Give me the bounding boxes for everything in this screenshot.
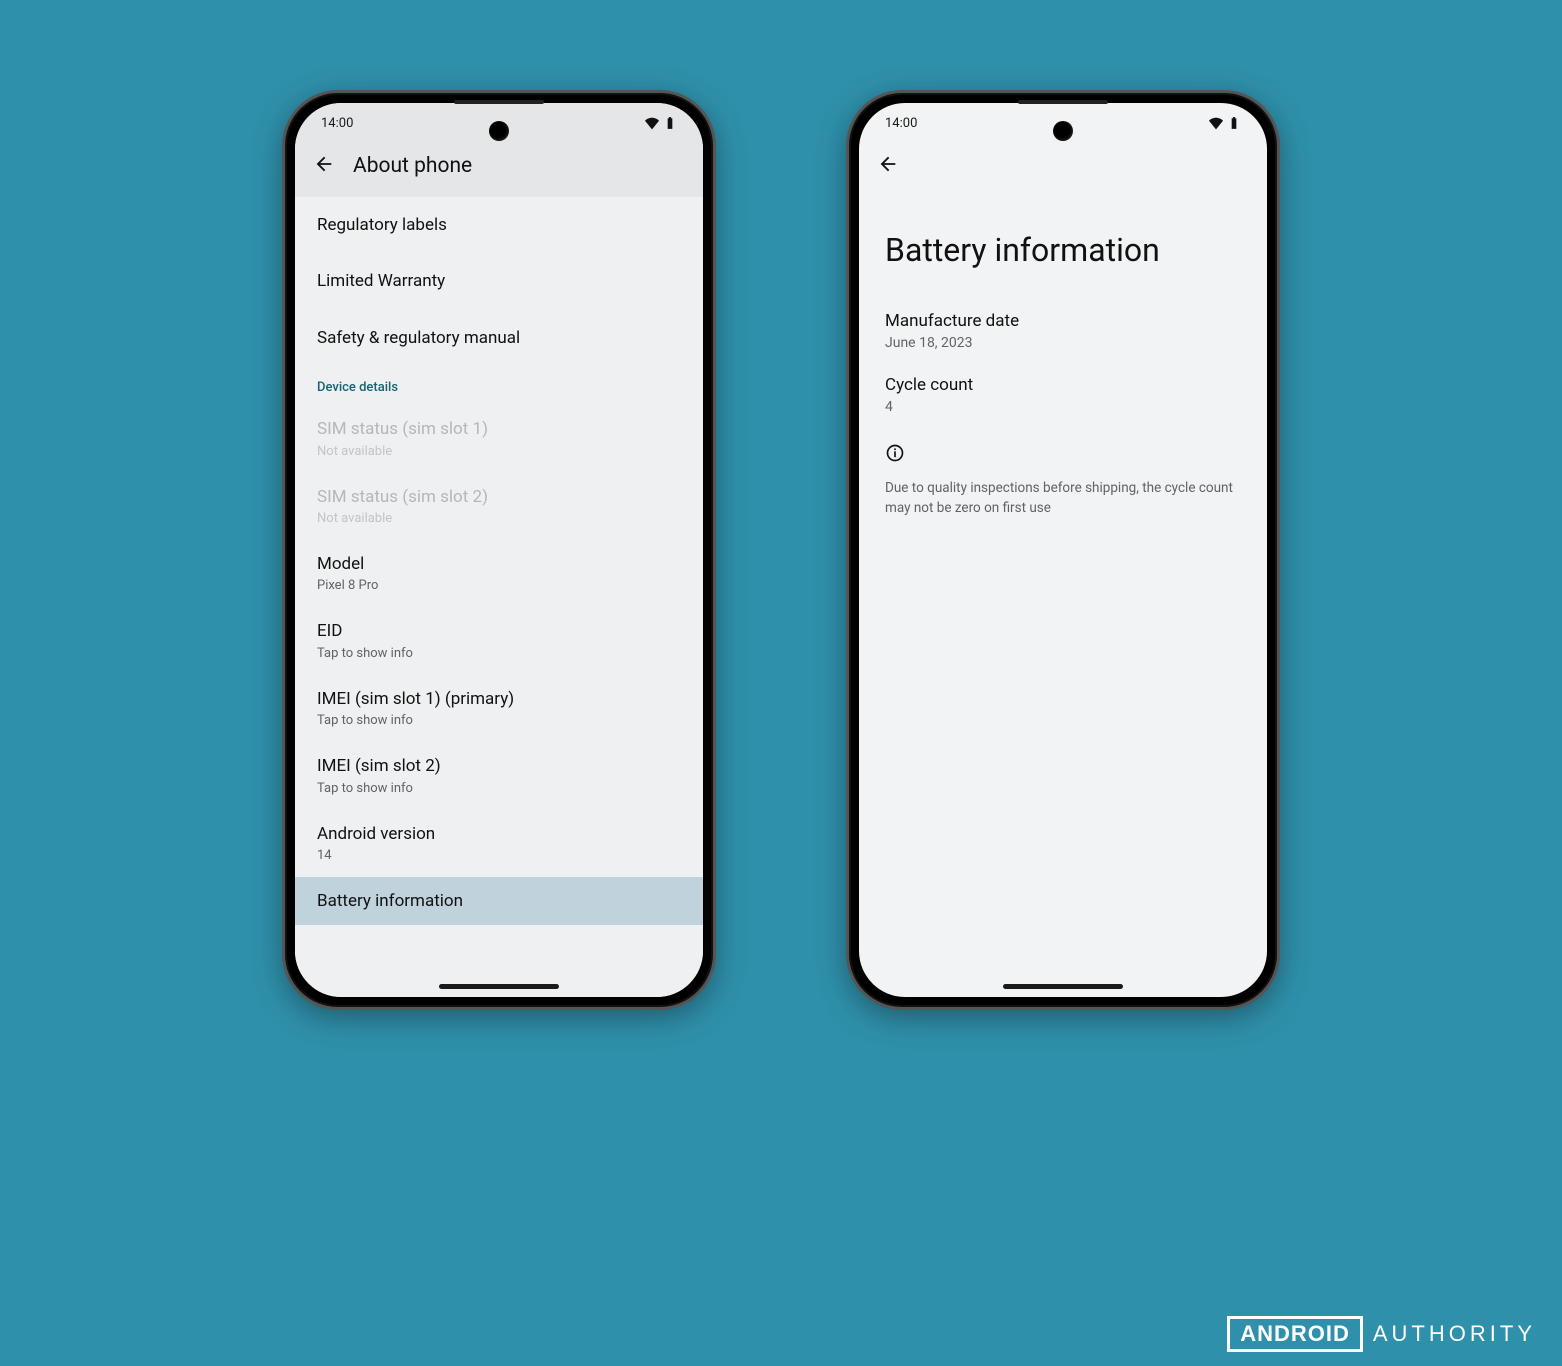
item-android-version[interactable]: Android version 14 (295, 810, 703, 877)
wifi-icon (645, 116, 659, 130)
item-sub: 14 (317, 848, 681, 863)
item-label: Limited Warranty (317, 271, 681, 291)
item-model[interactable]: Model Pixel 8 Pro (295, 540, 703, 607)
phone-screen-right: 14:00 Battery information Manufacture da… (859, 103, 1267, 997)
settings-list[interactable]: Regulatory labels Limited Warranty Safet… (295, 197, 703, 997)
info-manufacture-date[interactable]: Manufacture date June 18, 2023 (859, 299, 1267, 363)
item-label: Model (317, 554, 681, 574)
camera-punchhole (1053, 121, 1073, 141)
info-label: Manufacture date (885, 311, 1241, 331)
item-sub: Tap to show info (317, 713, 681, 728)
status-icons (1209, 116, 1241, 130)
app-bar: About phone (295, 143, 703, 197)
info-icon-row (859, 427, 1267, 473)
watermark-boxed: ANDROID (1227, 1316, 1363, 1352)
item-sub: Not available (317, 511, 681, 526)
item-sub: Tap to show info (317, 781, 681, 796)
item-label: Battery information (317, 891, 681, 911)
item-sim-status-1[interactable]: SIM status (sim slot 1) Not available (295, 405, 703, 472)
info-cycle-count[interactable]: Cycle count 4 (859, 363, 1267, 427)
item-label: SIM status (sim slot 2) (317, 487, 681, 507)
item-sub: Tap to show info (317, 646, 681, 661)
camera-punchhole (489, 121, 509, 141)
item-sim-status-2[interactable]: SIM status (sim slot 2) Not available (295, 473, 703, 540)
item-label: Safety & regulatory manual (317, 328, 681, 348)
info-label: Cycle count (885, 375, 1241, 395)
gesture-nav-bar[interactable] (439, 984, 559, 989)
item-label: EID (317, 621, 681, 641)
item-imei-2[interactable]: IMEI (sim slot 2) Tap to show info (295, 742, 703, 809)
item-sub: Not available (317, 444, 681, 459)
battery-info-content: Battery information Manufacture date Jun… (859, 185, 1267, 997)
page-title: Battery information (859, 185, 1267, 299)
status-icons (645, 116, 677, 130)
phone-frame-left: 14:00 About phone Regulatory labels Limi… (282, 90, 716, 1010)
item-label: Android version (317, 824, 681, 844)
item-label: Regulatory labels (317, 215, 681, 235)
arrow-back-icon (877, 153, 899, 175)
item-eid[interactable]: EID Tap to show info (295, 607, 703, 674)
wifi-icon (1209, 116, 1223, 130)
app-bar (859, 143, 1267, 185)
info-note: Due to quality inspections before shippi… (859, 473, 1267, 524)
item-label: IMEI (sim slot 1) (primary) (317, 689, 681, 709)
item-imei-1[interactable]: IMEI (sim slot 1) (primary) Tap to show … (295, 675, 703, 742)
back-button[interactable] (313, 153, 335, 179)
item-battery-information[interactable]: Battery information (295, 877, 703, 925)
item-safety-manual[interactable]: Safety & regulatory manual (295, 310, 703, 366)
watermark: ANDROID AUTHORITY (1227, 1316, 1536, 1352)
status-time: 14:00 (321, 116, 353, 131)
phone-screen-left: 14:00 About phone Regulatory labels Limi… (295, 103, 703, 997)
back-button[interactable] (877, 153, 899, 179)
status-time: 14:00 (885, 116, 917, 131)
page-title: About phone (353, 154, 472, 178)
gesture-nav-bar[interactable] (1003, 984, 1123, 989)
item-regulatory-labels[interactable]: Regulatory labels (295, 197, 703, 253)
section-device-details: Device details (295, 366, 703, 405)
phone-frame-right: 14:00 Battery information Manufacture da… (846, 90, 1280, 1010)
info-value: 4 (885, 399, 1241, 415)
watermark-plain: AUTHORITY (1373, 1321, 1536, 1347)
info-icon (885, 443, 905, 463)
item-label: SIM status (sim slot 1) (317, 419, 681, 439)
battery-icon (1227, 116, 1241, 130)
item-limited-warranty[interactable]: Limited Warranty (295, 253, 703, 309)
arrow-back-icon (313, 153, 335, 175)
info-value: June 18, 2023 (885, 335, 1241, 351)
item-label: IMEI (sim slot 2) (317, 756, 681, 776)
battery-icon (663, 116, 677, 130)
appbar-container: 14:00 About phone (295, 103, 703, 197)
item-sub: Pixel 8 Pro (317, 578, 681, 593)
